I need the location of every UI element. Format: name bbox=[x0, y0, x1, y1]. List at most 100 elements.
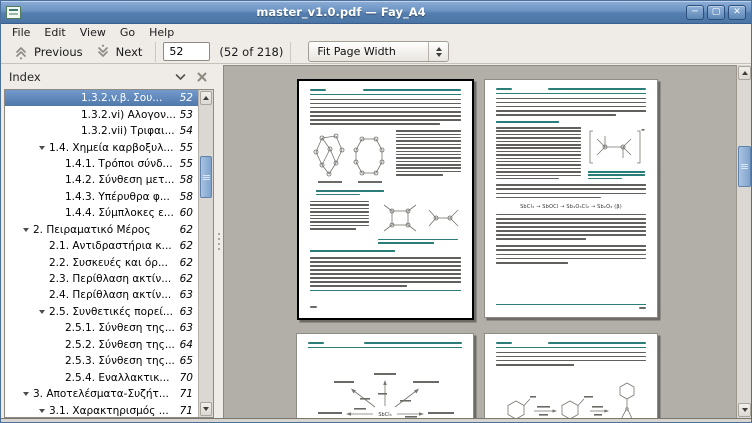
toc-item[interactable]: 2.5.2. Σύνθεση της...64 bbox=[5, 337, 198, 353]
text-block bbox=[396, 130, 461, 176]
toc-item-page: 64 bbox=[180, 339, 198, 351]
sidebar-close-icon[interactable] bbox=[197, 72, 207, 82]
toc-item-label: 2.1. Αντιδραστήρια κ... bbox=[49, 240, 172, 252]
section-heading bbox=[310, 250, 461, 254]
toc-item-page: 65 bbox=[180, 355, 198, 367]
toc-item-page: 71 bbox=[180, 405, 198, 417]
scroll-up-button[interactable] bbox=[738, 66, 751, 80]
pane-splitter[interactable] bbox=[214, 65, 223, 418]
scroll-up-button[interactable] bbox=[200, 91, 212, 105]
toc-item[interactable]: 1.4.1. Τρόποι σύνδ...55 bbox=[5, 156, 198, 172]
text-block bbox=[496, 184, 646, 200]
double-chevron-up-icon bbox=[13, 44, 29, 60]
toc-item[interactable]: 3. Αποτελέσματα-Συζήτ...71 bbox=[5, 386, 198, 402]
toc-item-page: 63 bbox=[180, 306, 198, 318]
toc-item-page: 62 bbox=[180, 240, 198, 252]
menu-edit[interactable]: Edit bbox=[37, 25, 72, 40]
header-rule bbox=[496, 347, 646, 348]
toolbar-separator bbox=[155, 42, 156, 62]
menu-view[interactable]: View bbox=[73, 25, 113, 40]
reaction-scheme-radial: SbCl₃ bbox=[310, 360, 460, 419]
toc-item[interactable]: 2.1. Αντιδραστήρια κ... 62 bbox=[5, 238, 198, 254]
toc-item[interactable]: 2.4. Περίθλαση ακτίν...63 bbox=[5, 287, 198, 303]
toc-item-label: 2.3. Περίθλαση ακτίν... bbox=[49, 273, 171, 285]
chevron-down-icon[interactable] bbox=[174, 72, 187, 82]
page-thumbnail-55[interactable] bbox=[484, 333, 658, 418]
app-window: master_v1.0.pdf — Fay_A4 ─ ▢ ✕ File Edit… bbox=[0, 0, 752, 423]
toc-item-page: 60 bbox=[180, 207, 198, 219]
toc-item-label: 1.4. Χημεία καρβοξυλ... bbox=[49, 142, 173, 154]
page-header bbox=[496, 88, 646, 90]
menu-file[interactable]: File bbox=[5, 25, 37, 40]
scroll-down-button[interactable] bbox=[200, 402, 212, 416]
text-block bbox=[496, 98, 646, 118]
molecule-diagram-anion bbox=[587, 127, 645, 169]
toc-item[interactable]: 2.3. Περίθλαση ακτίν...62 bbox=[5, 271, 198, 287]
toc-item[interactable]: 1.4. Χημεία καρβοξυλ...55 bbox=[5, 139, 198, 155]
toc-item-label: 1.3.2.v.β. Σου... bbox=[81, 92, 162, 104]
index-panel: 1.3.2.v.β. Σου...521.3.2.vi) Αλογον...53… bbox=[4, 89, 214, 418]
expander-icon[interactable] bbox=[19, 228, 33, 232]
menu-help[interactable]: Help bbox=[142, 25, 181, 40]
window-title: master_v1.0.pdf — Fay_A4 bbox=[61, 5, 621, 19]
toc-item[interactable]: 1.3.2.vi) Αλογον...53 bbox=[5, 106, 198, 122]
toc-item-label: 2.5.1. Σύνθεση της... bbox=[65, 322, 175, 334]
toc-item[interactable]: 1.4.2. Σύνθεση μετ...58 bbox=[5, 172, 198, 188]
toc-item[interactable]: 2.5.3. Σύνθεση της...65 bbox=[5, 353, 198, 369]
toc-item[interactable]: 2.5. Συνθετικές πορεί...63 bbox=[5, 304, 198, 320]
text-block bbox=[496, 127, 581, 179]
page-thumbnail-53[interactable]: SbCl₃ → SbOCl → Sb₄O₅Cl₂ → Sb₂O₃ (β) bbox=[484, 79, 658, 318]
page-thumbnail-54[interactable]: SbCl₃ bbox=[296, 333, 474, 418]
expander-icon[interactable] bbox=[35, 409, 49, 413]
toc-item[interactable]: 1.3.2.v.β. Σου...52 bbox=[5, 90, 198, 106]
toc-item-page: 58 bbox=[180, 191, 198, 203]
toc-item[interactable]: 1.3.2.vii) Τριφαι...54 bbox=[5, 123, 198, 139]
toc-item[interactable]: 1.4.4. Σύμπλοκες ε...60 bbox=[5, 205, 198, 221]
expander-icon[interactable] bbox=[35, 310, 49, 314]
sidebar-scrollbar[interactable] bbox=[198, 90, 213, 417]
page-header bbox=[310, 89, 461, 91]
toc-item[interactable]: 2.5.4. Εναλλακτικ...70 bbox=[5, 369, 198, 385]
toc-item[interactable]: 3.1. Χαρακτηρισμός ...71 bbox=[5, 402, 198, 417]
next-button[interactable]: Next bbox=[89, 43, 149, 61]
toc-item[interactable]: 2.5.1. Σύνθεση της... 63 bbox=[5, 320, 198, 336]
text-block bbox=[496, 214, 646, 243]
scrollbar-thumb[interactable] bbox=[738, 146, 751, 187]
equation-text: SbCl₃ → SbOCl → Sb₄O₅Cl₂ → Sb₂O₃ (β) bbox=[496, 204, 646, 210]
toc-item-label: 1.4.2. Σύνθεση μετ... bbox=[65, 174, 174, 186]
page-number-input[interactable] bbox=[163, 42, 210, 61]
header-rule bbox=[310, 94, 461, 95]
scroll-down-button[interactable] bbox=[738, 403, 751, 417]
previous-label: Previous bbox=[34, 45, 83, 59]
figure-caption bbox=[378, 239, 457, 246]
expander-icon[interactable] bbox=[35, 146, 49, 150]
toc-item[interactable]: 2.2. Συσκευές και όρ...62 bbox=[5, 254, 198, 270]
sidebar-header: Index bbox=[2, 65, 214, 89]
document-canvas[interactable]: SbCl₃ → SbOCl → Sb₄O₅Cl₂ → Sb₂O₃ (β) SbC… bbox=[223, 65, 736, 418]
scheme-center-label: SbCl₃ bbox=[378, 412, 391, 418]
toc-item-page: 63 bbox=[180, 322, 198, 334]
header-rule bbox=[308, 347, 462, 348]
expander-icon[interactable] bbox=[19, 392, 33, 396]
figure-caption bbox=[588, 171, 644, 181]
toc-item[interactable]: 1.4.3. Υπέρυθρα φ... 58 bbox=[5, 189, 198, 205]
scrollbar-thumb[interactable] bbox=[200, 156, 212, 198]
previous-button[interactable]: Previous bbox=[7, 43, 89, 61]
toc-item-label: 1.4.3. Υπέρυθρα φ... bbox=[65, 191, 170, 203]
minimize-button[interactable]: ─ bbox=[686, 5, 704, 20]
toc-item-page: 62 bbox=[180, 224, 198, 236]
close-button[interactable]: ✕ bbox=[728, 5, 746, 20]
double-chevron-down-icon bbox=[95, 44, 111, 60]
page-thumbnail-52[interactable] bbox=[297, 79, 474, 320]
maximize-button[interactable]: ▢ bbox=[707, 5, 725, 20]
zoom-mode-select[interactable]: Fit Page Width bbox=[308, 41, 449, 62]
page-footer bbox=[310, 290, 461, 312]
menu-go[interactable]: Go bbox=[113, 25, 142, 40]
page-footer bbox=[496, 304, 646, 309]
app-icon bbox=[6, 6, 21, 19]
molecule-diagram-hydroxides bbox=[374, 201, 462, 237]
main-scrollbar[interactable] bbox=[736, 65, 752, 418]
toc-item-label: 2.4. Περίθλαση ακτίν... bbox=[49, 289, 171, 301]
toc-item[interactable]: 2. Πειραματικό Μέρος62 bbox=[5, 222, 198, 238]
toc-item-label: 2.2. Συσκευές και όρ... bbox=[49, 257, 168, 269]
